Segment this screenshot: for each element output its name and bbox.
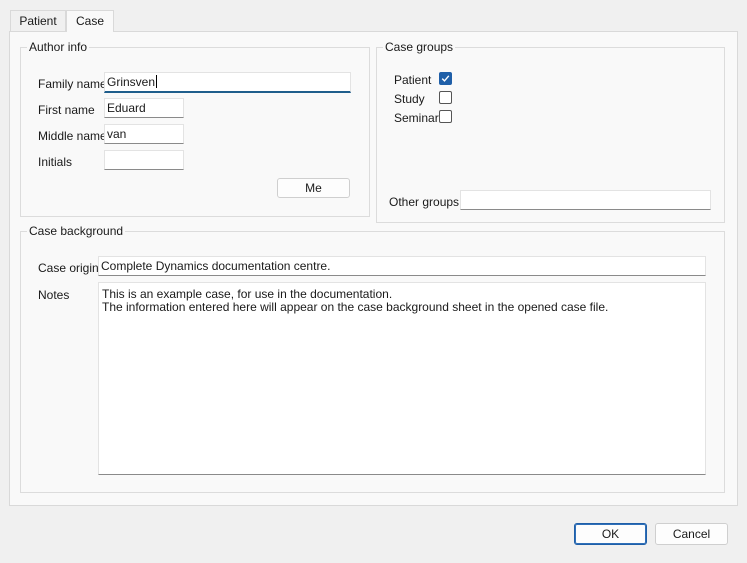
middle-name-label: Middle name: [38, 129, 107, 143]
tab-case[interactable]: Case: [66, 10, 114, 32]
study-checkbox-label: Study: [394, 92, 425, 106]
ok-button[interactable]: OK: [574, 523, 647, 545]
family-name-input[interactable]: Grinsven: [104, 72, 351, 93]
initials-input[interactable]: [104, 150, 184, 170]
cancel-button[interactable]: Cancel: [655, 523, 728, 545]
patient-checkbox-label: Patient: [394, 73, 432, 87]
me-button[interactable]: Me: [277, 178, 350, 198]
seminar-checkbox-label: Seminar: [394, 111, 439, 125]
middle-name-input[interactable]: van: [104, 124, 184, 144]
family-name-label: Family name: [38, 77, 107, 91]
tab-patient[interactable]: Patient: [10, 10, 66, 31]
text-caret: [156, 75, 158, 88]
family-name-value: Grinsven: [107, 75, 156, 89]
checkmark-icon: [441, 75, 450, 82]
case-background-legend: Case background: [29, 224, 124, 238]
first-name-label: First name: [38, 103, 95, 117]
other-groups-input[interactable]: [460, 190, 711, 210]
notes-textarea[interactable]: This is an example case, for use in the …: [98, 282, 706, 475]
other-groups-label: Other groups: [389, 195, 460, 209]
author-info-legend: Author info: [29, 40, 88, 54]
case-groups-legend: Case groups: [385, 40, 454, 54]
case-origin-input[interactable]: Complete Dynamics documentation centre.: [98, 256, 706, 276]
first-name-input[interactable]: Eduard: [104, 98, 184, 118]
study-checkbox[interactable]: [439, 91, 452, 104]
initials-label: Initials: [38, 155, 73, 169]
notes-label: Notes: [38, 288, 70, 302]
patient-checkbox[interactable]: [439, 72, 452, 85]
seminar-checkbox[interactable]: [439, 110, 452, 123]
case-origin-label: Case origin: [38, 261, 99, 275]
